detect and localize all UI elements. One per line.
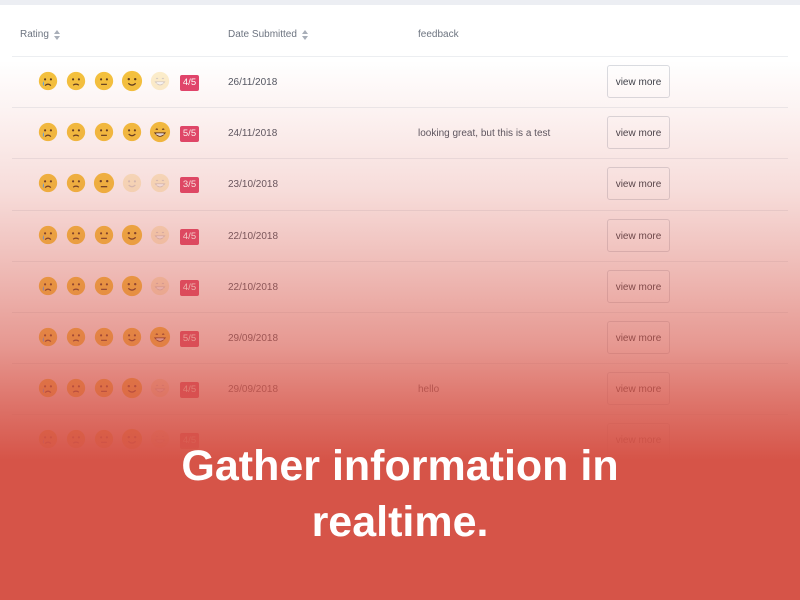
table-row: 4/5 26/11/2018 view more (12, 56, 788, 107)
rating-emojis (37, 275, 177, 297)
date-column-header[interactable]: Date Submitted (228, 29, 309, 40)
crying-face-icon (37, 275, 59, 297)
table-header: Rating Date Submitted feedback (12, 12, 788, 56)
date-cell: 23/10/2018 (228, 179, 279, 191)
slightly-smiling-face-icon (121, 275, 143, 297)
date-cell: 29/09/2018 (228, 384, 279, 396)
slightly-smiling-face-icon (121, 377, 143, 399)
table-body: 4/5 26/11/2018 view more 5/5 24/11/2018 looki… (12, 56, 788, 466)
grinning-face-icon (149, 172, 171, 194)
rating-emojis (37, 377, 177, 399)
crying-face-icon (37, 172, 59, 194)
rating-badge: 4/5 (180, 75, 199, 91)
rating-emojis (37, 70, 177, 92)
slightly-smiling-face-icon (121, 326, 143, 348)
rating-badge: 4/5 (180, 382, 199, 399)
date-cell: 24/11/2018 (228, 128, 278, 140)
rating-badge: 5/5 (180, 126, 199, 143)
table-row: 5/5 24/11/2018 looking great, but this is … (12, 107, 788, 158)
sort-icon[interactable] (53, 29, 61, 40)
rating-emojis (37, 172, 177, 194)
rating-badge: 4/5 (180, 279, 199, 296)
grinning-face-icon (149, 121, 171, 143)
slightly-smiling-face-icon (121, 224, 143, 246)
rating-badge: 5/5 (180, 330, 199, 347)
slightly-frowning-face-icon (65, 224, 87, 246)
table-row: 4/5 22/10/2018 view more (12, 209, 788, 261)
view-more-button[interactable]: view more (607, 269, 670, 303)
headline-line-1: Gather information in (181, 442, 619, 490)
neutral-face-icon (93, 70, 115, 92)
slightly-frowning-face-icon (65, 326, 87, 348)
neutral-face-icon (93, 172, 115, 194)
rating-badge: 4/5 (180, 228, 199, 245)
rating-emojis (37, 224, 177, 246)
table-row: 4/5 29/09/2018 hello view more (12, 363, 788, 414)
table-row: 4/5 22/10/2018 view more (12, 260, 788, 312)
date-cell: 26/11/2018 (228, 77, 278, 88)
feedback-cell: looking great, but this is a test (418, 128, 551, 140)
neutral-face-icon (93, 377, 115, 399)
view-more-button[interactable]: view more (607, 116, 670, 150)
feedback-table: Rating Date Submitted feedback 4/5 26/11/… (12, 12, 788, 466)
rating-header-label: Rating (20, 29, 49, 40)
neutral-face-icon (93, 326, 115, 348)
top-divider (0, 0, 800, 5)
feedback-column-header: feedback (418, 29, 459, 40)
view-more-button[interactable]: view more (607, 65, 670, 98)
slightly-smiling-face-icon (121, 172, 143, 194)
rating-badge: 3/5 (180, 177, 199, 194)
slightly-frowning-face-icon (65, 377, 87, 399)
view-more-button[interactable]: view more (607, 320, 670, 354)
view-more-button[interactable]: view more (607, 218, 670, 252)
crying-face-icon (37, 121, 59, 143)
headline-line-2: realtime. (311, 498, 489, 546)
grinning-face-icon (149, 326, 171, 348)
headline: Gather information in realtime. (0, 438, 800, 550)
crying-face-icon (37, 224, 59, 246)
view-more-button[interactable]: view more (607, 372, 670, 406)
view-more-button[interactable]: view more (607, 167, 670, 201)
date-cell: 22/10/2018 (228, 230, 279, 242)
crying-face-icon (37, 70, 59, 92)
crying-face-icon (37, 377, 59, 399)
sort-icon[interactable] (301, 29, 309, 40)
rating-column-header[interactable]: Rating (20, 29, 61, 40)
date-cell: 29/09/2018 (228, 332, 279, 344)
date-header-label: Date Submitted (228, 29, 297, 40)
date-cell: 22/10/2018 (228, 281, 279, 293)
slightly-smiling-face-icon (121, 121, 143, 143)
rating-emojis (37, 326, 177, 348)
neutral-face-icon (93, 224, 115, 246)
table-row: 5/5 29/09/2018 view more (12, 311, 788, 363)
grinning-face-icon (149, 275, 171, 297)
crying-face-icon (37, 326, 59, 348)
grinning-face-icon (149, 70, 171, 92)
slightly-frowning-face-icon (65, 121, 87, 143)
rating-emojis (37, 121, 177, 143)
slightly-smiling-face-icon (121, 70, 143, 92)
neutral-face-icon (93, 121, 115, 143)
table-row: 3/5 23/10/2018 view more (12, 158, 788, 209)
grinning-face-icon (149, 224, 171, 246)
slightly-frowning-face-icon (65, 275, 87, 297)
grinning-face-icon (149, 377, 171, 399)
neutral-face-icon (93, 275, 115, 297)
feedback-cell: hello (418, 384, 440, 396)
slightly-frowning-face-icon (65, 172, 87, 194)
slightly-frowning-face-icon (65, 70, 87, 92)
feedback-header-label: feedback (418, 29, 459, 40)
